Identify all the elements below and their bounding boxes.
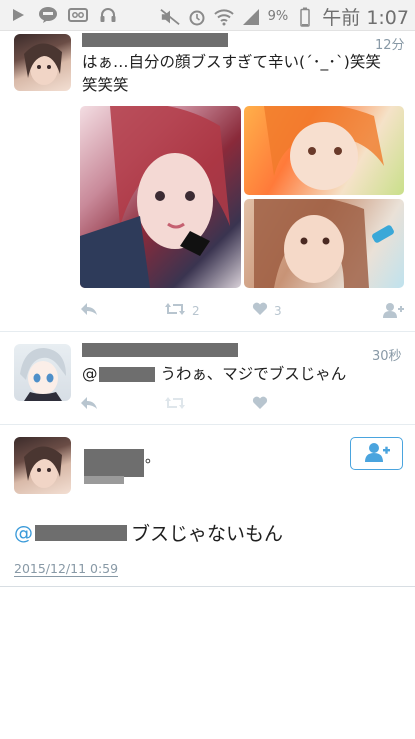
tweet1-photo-2[interactable] [244, 106, 404, 195]
tweet3-author-name-redacted [84, 449, 144, 477]
play-icon [8, 5, 28, 25]
tweet-divider [0, 331, 415, 332]
tweet2-text: うわぁ、マジでブスじゃん [160, 365, 347, 383]
tweet1-time: 12分 [375, 38, 405, 53]
tweet1-text-line2: 笑笑笑 [82, 76, 129, 94]
tweet1-avatar[interactable] [14, 34, 71, 91]
tweet2-mention[interactable]: @ [82, 364, 98, 385]
signal-icon [241, 7, 261, 27]
tweet-divider [0, 424, 415, 425]
tweet2-body: @ うわぁ、マジでブスじゃん [82, 364, 346, 385]
heart-icon [252, 302, 268, 319]
tweet3-text: ブスじゃないもん [131, 523, 284, 545]
tweet2-retweet-icon[interactable] [164, 396, 186, 410]
retweet-icon [164, 302, 186, 319]
tweet1-photo-1[interactable] [80, 106, 241, 288]
tweet3-mention-redacted [35, 524, 127, 541]
mute-icon [159, 7, 180, 27]
tweet1-retweet-button[interactable]: 2 [164, 302, 200, 319]
tweet1-follow-icon[interactable] [382, 302, 404, 318]
tweet3-handle-redacted [84, 476, 124, 484]
headphones-icon [98, 5, 118, 25]
tweet1-retweet-count: 2 [192, 303, 200, 318]
tweet2-time: 30秒 [372, 349, 402, 364]
add-user-icon [364, 442, 390, 466]
follow-button[interactable] [350, 437, 403, 470]
clock: 午前 1:07 [322, 7, 409, 29]
tweet1-reply-icon[interactable] [80, 302, 98, 316]
tweet1-photo-3[interactable] [244, 199, 404, 288]
tweet2-author-name-redacted [82, 343, 238, 357]
tweet2-mention-redacted [98, 367, 155, 382]
tweet3-mention[interactable]: @ [14, 522, 33, 544]
tweet1-like-button[interactable]: 3 [252, 302, 282, 319]
tweet1-author-name-redacted [82, 33, 228, 47]
voicemail-icon [68, 5, 88, 25]
tweet2-avatar[interactable] [14, 344, 71, 401]
tweet1-text-line1: はぁ…自分の顔ブスすぎて辛い(´･_･`)笑笑 [82, 53, 381, 71]
line-icon [38, 5, 58, 25]
alarm-icon [187, 7, 207, 27]
tweet3-avatar[interactable] [14, 437, 71, 494]
tweet3-timestamp[interactable]: 2015/12/11 0:59 [14, 561, 119, 577]
tweet1-like-count: 3 [274, 303, 282, 318]
tweet3-body: @ ブスじゃないもん [14, 519, 283, 546]
tweet2-reply-icon[interactable] [80, 396, 98, 410]
wifi-icon [213, 7, 234, 27]
status-bar: 9% 午前 1:07 [0, 0, 415, 31]
battery-icon [295, 7, 315, 27]
bottom-divider [0, 586, 415, 587]
tweet3-name-suffix: 。 [145, 448, 161, 466]
tweet2-like-icon[interactable] [252, 396, 268, 410]
battery-percent: 9% [267, 9, 289, 24]
